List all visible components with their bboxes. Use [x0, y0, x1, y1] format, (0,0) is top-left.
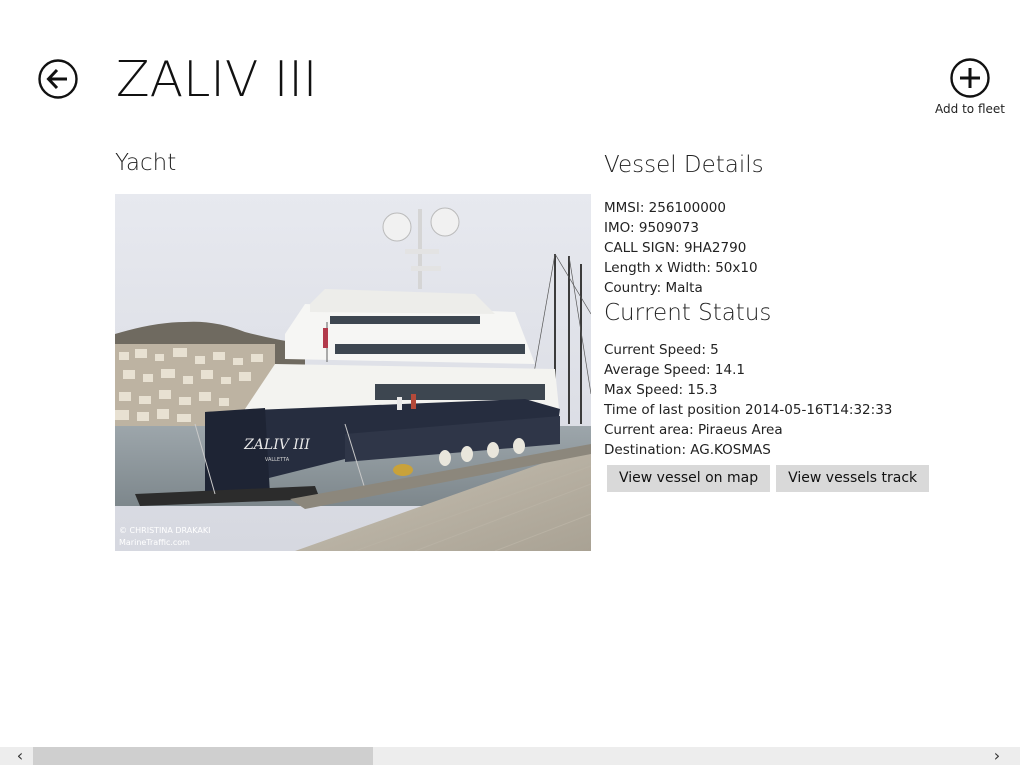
vessel-details-list: MMSI: 256100000 IMO: 9509073 CALL SIGN: … [604, 198, 1004, 298]
average-speed-value: Average Speed: 14.1 [604, 362, 745, 378]
hull-port-text: VALLETTA [265, 457, 290, 463]
add-to-fleet-button[interactable]: Add to fleet [930, 58, 1010, 116]
hull-name-text: ZALIV III [243, 437, 310, 453]
photo-credit-source: MarineTraffic.com [119, 538, 190, 547]
page-title: ZALIV III [116, 51, 318, 108]
current-status-heading: Current Status [604, 300, 772, 326]
mmsi-value: MMSI: 256100000 [604, 200, 726, 216]
arrow-left-circle-icon [38, 59, 78, 99]
vessel-detail-page: ZALIV III Add to fleet Yacht ZALIV III V… [0, 0, 1020, 765]
scroll-left-icon[interactable]: ‹ [5, 747, 35, 765]
call-sign-value: CALL SIGN: 9HA2790 [604, 240, 747, 256]
scroll-right-icon[interactable]: › [982, 747, 1012, 765]
vessel-details-heading: Vessel Details [604, 152, 764, 178]
view-vessel-on-map-button[interactable]: View vessel on map [607, 465, 771, 492]
vessel-type: Yacht [115, 150, 177, 176]
scrollbar-thumb[interactable] [33, 747, 373, 765]
current-status-list: Current Speed: 5 Average Speed: 14.1 Max… [604, 340, 1004, 460]
view-vessels-track-button[interactable]: View vessels track [776, 465, 930, 492]
imo-value: IMO: 9509073 [604, 220, 699, 236]
plus-circle-icon [950, 58, 990, 98]
details-panel: Vessel Details MMSI: 256100000 IMO: 9509… [604, 150, 1004, 492]
country-value: Country: Malta [604, 280, 703, 296]
max-speed-value: Max Speed: 15.3 [604, 382, 718, 398]
horizontal-scrollbar[interactable]: ‹ › [0, 747, 1020, 765]
action-buttons: View vessel on map View vessels track [604, 465, 1004, 492]
current-speed-value: Current Speed: 5 [604, 342, 719, 358]
vessel-photo: ZALIV III VALLETTA © CHRISTINA DRAKAKI M… [115, 194, 591, 551]
destination-value: Destination: AG.KOSMAS [604, 442, 771, 458]
photo-credit-author: © CHRISTINA DRAKAKI [119, 526, 210, 535]
back-button[interactable] [38, 59, 78, 99]
current-area-value: Current area: Piraeus Area [604, 422, 783, 438]
last-position-time: Time of last position 2014-05-16T14:32:3… [604, 402, 893, 418]
add-to-fleet-label: Add to fleet [935, 102, 1005, 116]
dimensions-value: Length x Width: 50x10 [604, 260, 758, 276]
